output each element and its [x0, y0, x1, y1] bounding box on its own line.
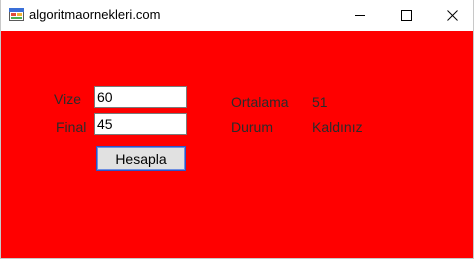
- final-label: Final: [56, 119, 87, 135]
- maximize-icon: [400, 10, 412, 21]
- average-value: 51: [312, 94, 328, 110]
- minimize-button[interactable]: [337, 0, 383, 31]
- status-label: Durum: [231, 119, 274, 135]
- application-window: algoritmaornekleri.com Vize 60 Final 45 …: [0, 0, 474, 259]
- close-button[interactable]: [429, 0, 474, 31]
- window-title: algoritmaornekleri.com: [29, 7, 161, 22]
- hesapla-button[interactable]: Hesapla: [96, 146, 186, 171]
- close-icon: [446, 10, 458, 21]
- final-input[interactable]: [94, 113, 187, 135]
- minimize-icon: [354, 10, 366, 21]
- maximize-button[interactable]: [383, 0, 429, 31]
- vize-label: Vize: [54, 91, 81, 107]
- title-bar[interactable]: algoritmaornekleri.com: [1, 0, 473, 31]
- app-icon: [9, 8, 24, 21]
- average-label: Ortalama: [231, 94, 289, 110]
- vize-input[interactable]: [94, 86, 187, 108]
- status-value: Kaldınız: [312, 119, 363, 135]
- form-client-area: Vize Final Hesapla Ortalama 51 Durum Kal…: [1, 31, 473, 258]
